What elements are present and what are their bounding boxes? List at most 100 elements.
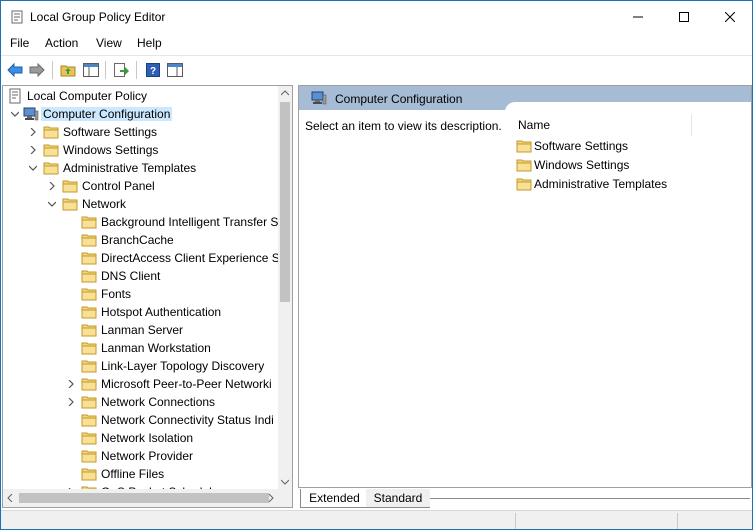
column-header-name[interactable]: Name — [518, 118, 550, 132]
tree-item[interactable]: Fonts — [3, 285, 278, 303]
tree-item-label: Fonts — [101, 287, 132, 301]
chevron-down-icon — [48, 201, 56, 207]
folder-icon — [81, 288, 97, 301]
tree-item[interactable]: Lanman Server — [3, 321, 278, 339]
tree-item-label: Network Connections — [101, 395, 216, 409]
tree-item-label: Control Panel — [82, 179, 155, 193]
tree-item[interactable]: DirectAccess Client Experience Se — [3, 249, 278, 267]
horizontal-scroll-thumb[interactable] — [19, 493, 269, 503]
tree-item-label: Microsoft Peer-to-Peer Networki — [101, 377, 272, 391]
tree-item[interactable]: Link-Layer Topology Discovery — [3, 357, 278, 375]
chevron-right-icon — [268, 494, 274, 502]
folder-icon — [62, 198, 78, 211]
tree-item[interactable]: BranchCache — [3, 231, 278, 249]
folder-icon — [81, 306, 97, 319]
scroll-right-button[interactable] — [264, 491, 278, 505]
tree-item-label: Network Provider — [101, 449, 194, 463]
column-divider[interactable] — [691, 114, 692, 136]
back-button[interactable] — [5, 60, 25, 80]
close-button[interactable] — [707, 1, 752, 32]
tree-item-label: Network Isolation — [101, 431, 194, 445]
maximize-button[interactable] — [661, 1, 707, 32]
menu-help[interactable]: Help — [137, 36, 162, 50]
forward-button[interactable] — [27, 60, 47, 80]
tree-item[interactable]: Windows Settings — [3, 141, 278, 159]
tree-item-label: Link-Layer Topology Discovery — [101, 359, 265, 373]
tree-item[interactable]: Hotspot Authentication — [3, 303, 278, 321]
scroll-left-button[interactable] — [3, 491, 17, 505]
tree-item[interactable]: Lanman Workstation — [3, 339, 278, 357]
tree-item[interactable]: Network Connectivity Status Indi — [3, 411, 278, 429]
tree-item[interactable]: Offline Files — [3, 465, 278, 483]
chevron-left-icon — [7, 494, 13, 502]
list-item-label: Software Settings — [534, 139, 629, 153]
console-tree-pane: Local Computer Policy Computer Configurat… — [2, 85, 293, 508]
tree-item-label: Software Settings — [63, 125, 158, 139]
show-hide-console-tree-button[interactable] — [81, 60, 101, 80]
tree-item[interactable]: Network — [3, 195, 278, 213]
toolbar: ? — [1, 55, 752, 83]
up-folder-icon — [60, 65, 76, 77]
chevron-down-icon — [281, 479, 289, 485]
tree-item[interactable]: Administrative Templates — [3, 159, 278, 177]
help-icon: ? — [146, 63, 160, 77]
description-text: Select an item to view its description. — [305, 119, 502, 133]
menu-view[interactable]: View — [96, 36, 122, 50]
policy-app-icon — [11, 10, 23, 24]
folder-icon — [81, 324, 97, 337]
folder-icon — [81, 468, 97, 481]
tree-vertical-scrollbar[interactable] — [278, 86, 292, 489]
expand-toggle[interactable] — [65, 378, 77, 390]
policy-icon — [9, 88, 21, 104]
up-one-level-button[interactable] — [58, 60, 78, 80]
tree-item[interactable]: Network Isolation — [3, 429, 278, 447]
show-hide-action-pane-icon — [167, 63, 183, 77]
chevron-right-icon — [30, 128, 36, 136]
tab-standard[interactable]: Standard — [366, 489, 430, 508]
help-button[interactable]: ? — [143, 60, 163, 80]
menu-action[interactable]: Action — [45, 36, 78, 50]
tree-item[interactable]: Background Intelligent Transfer S — [3, 213, 278, 231]
show-hide-action-pane-button[interactable] — [165, 60, 185, 80]
scroll-up-button[interactable] — [278, 86, 292, 100]
collapse-toggle[interactable] — [46, 198, 58, 210]
chevron-right-icon — [49, 182, 55, 190]
list-item-label: Windows Settings — [534, 158, 630, 172]
chevron-right-icon — [30, 146, 36, 154]
folder-icon — [516, 140, 532, 153]
tree-item[interactable]: Computer Configuration — [3, 105, 278, 123]
vertical-scroll-thumb[interactable] — [280, 102, 290, 302]
chevron-down-icon — [29, 165, 37, 171]
scroll-corner — [278, 489, 292, 507]
tree-item[interactable]: Local Computer Policy — [3, 87, 278, 105]
menu-file[interactable]: File — [10, 36, 29, 50]
expand-toggle[interactable] — [27, 126, 39, 138]
chevron-down-icon — [11, 111, 19, 117]
tree-item-label: Computer Configuration — [41, 107, 173, 121]
minimize-button[interactable] — [615, 1, 661, 32]
window-title: Local Group Policy Editor — [30, 10, 166, 24]
tree-item[interactable]: Software Settings — [3, 123, 278, 141]
tree-item-label: Network Connectivity Status Indi — [101, 413, 274, 427]
folder-icon — [81, 270, 97, 283]
forward-arrow-icon — [29, 63, 45, 77]
expand-toggle[interactable] — [46, 180, 58, 192]
export-list-button[interactable] — [111, 60, 131, 80]
tree-item[interactable]: Network Provider — [3, 447, 278, 465]
collapse-toggle[interactable] — [9, 108, 21, 120]
folder-icon — [81, 414, 97, 427]
expand-toggle[interactable] — [65, 396, 77, 408]
tree-item[interactable]: Control Panel — [3, 177, 278, 195]
tree-item-label: DirectAccess Client Experience Se — [101, 251, 278, 265]
tree-item[interactable]: Network Connections — [3, 393, 278, 411]
tree-horizontal-scrollbar[interactable] — [3, 489, 278, 507]
details-pane: Computer Configuration Select an item to… — [298, 85, 752, 488]
expand-toggle[interactable] — [27, 144, 39, 156]
tab-extended[interactable]: Extended — [300, 489, 368, 508]
scroll-down-button[interactable] — [278, 475, 292, 489]
tree-item[interactable]: DNS Client — [3, 267, 278, 285]
computer-icon — [311, 91, 327, 105]
tree-item[interactable]: Microsoft Peer-to-Peer Networki — [3, 375, 278, 393]
collapse-toggle[interactable] — [27, 162, 39, 174]
folder-icon — [81, 234, 97, 247]
